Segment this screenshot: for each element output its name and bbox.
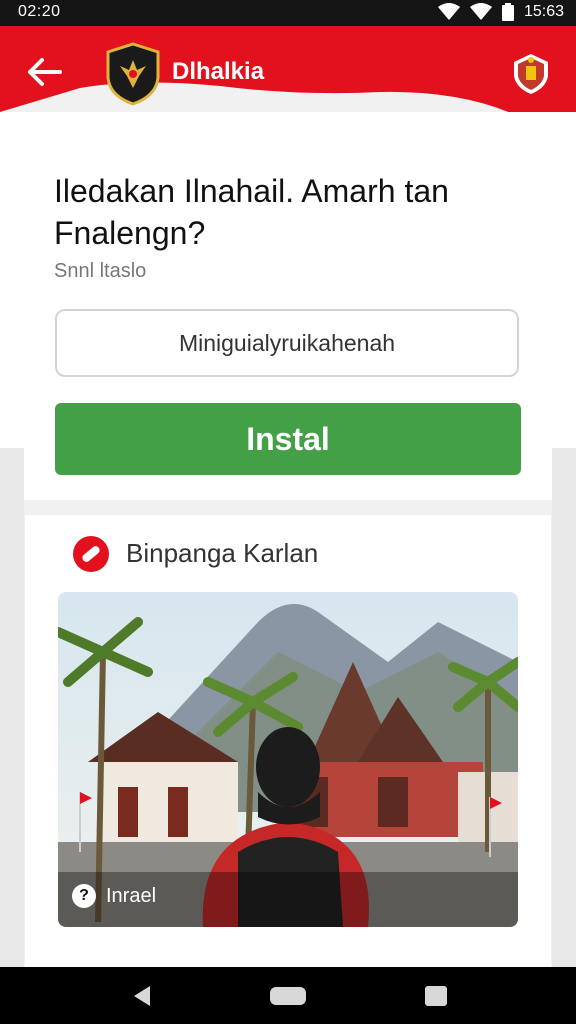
left-edge (0, 448, 24, 968)
status-bar: 02:20 15:63 (0, 0, 576, 26)
install-button[interactable]: Instal (55, 403, 521, 475)
photo-caption-text: Inrael (106, 884, 157, 907)
navigation-bar (0, 967, 576, 1024)
no-entry-icon (72, 535, 110, 573)
back-button[interactable] (22, 50, 66, 94)
photo-caption: ? Inrael (72, 884, 156, 908)
village-photo[interactable] (58, 592, 518, 927)
status-clock: 15:63 (523, 3, 564, 20)
search-input[interactable]: Miniguialyruikahenah (55, 309, 519, 377)
arrow-left-icon (28, 58, 62, 86)
signal-icon (469, 3, 492, 20)
nav-home-icon[interactable] (270, 987, 306, 1005)
page-title: Iledakan Ilnahail. Amarh tan Fnalengn? (54, 173, 449, 251)
page-subtitle: Snnl ltaslo (54, 260, 147, 282)
nav-recents-icon[interactable] (425, 986, 447, 1006)
nav-back-icon[interactable] (132, 985, 152, 1007)
status-time: 02:20 (18, 3, 61, 20)
wifi-icon (437, 3, 460, 20)
section-title: Binpanga Karlan (126, 538, 319, 568)
app-title: Dlhalkia (172, 58, 265, 85)
emblem-logo (106, 42, 160, 106)
right-edge (552, 448, 576, 968)
help-icon[interactable]: ? (72, 884, 96, 908)
crest-icon (508, 50, 554, 96)
battery-icon (501, 3, 514, 21)
